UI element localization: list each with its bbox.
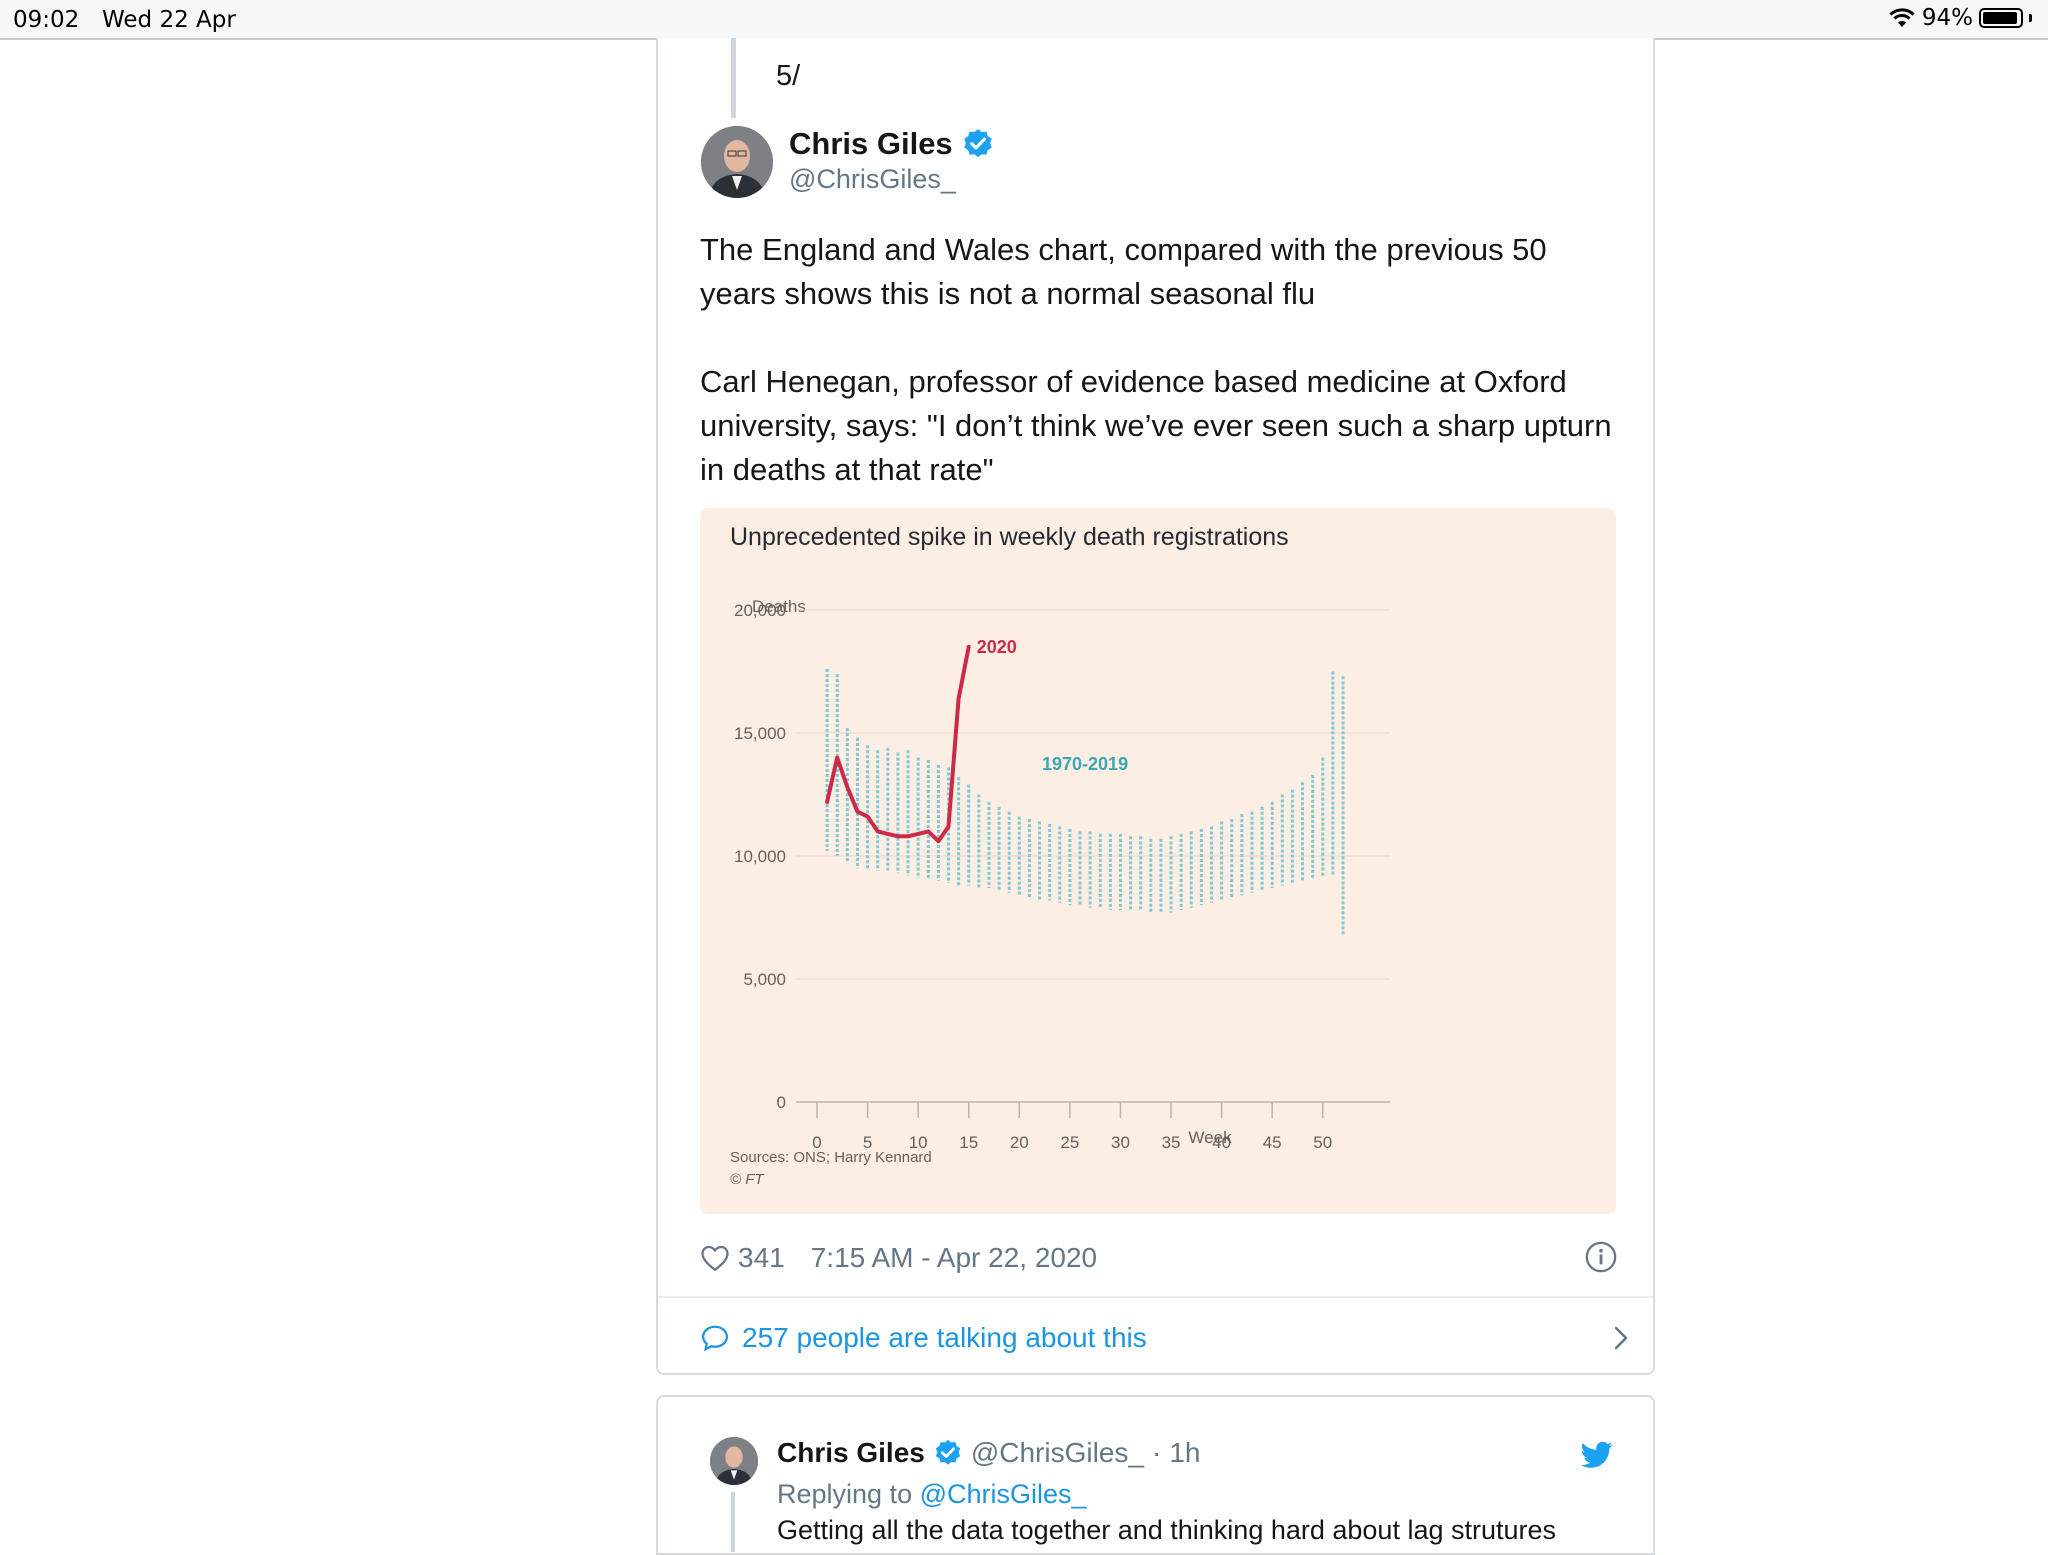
y-tick-label: 15,000 bbox=[734, 724, 786, 743]
x-tick-label: 0 bbox=[812, 1133, 821, 1152]
chart-title: Unprecedented spike in weekly death regi… bbox=[730, 523, 1289, 551]
replying-to-handle[interactable]: @ChrisGiles_ bbox=[920, 1479, 1087, 1509]
clock: 09:02 bbox=[13, 7, 79, 33]
tweet-card[interactable]: 5/ Chris Giles @ChrisGiles_ The England … bbox=[656, 38, 1655, 1375]
x-tick-label: 30 bbox=[1111, 1133, 1130, 1152]
series-label-2020: 2020 bbox=[977, 637, 1017, 657]
info-icon[interactable] bbox=[1584, 1240, 1618, 1274]
x-tick-label: 25 bbox=[1060, 1133, 1079, 1152]
avatar[interactable] bbox=[701, 126, 773, 198]
death-registrations-chart: Unprecedented spike in weekly death regi… bbox=[700, 508, 1616, 1214]
reply-time[interactable]: 1h bbox=[1169, 1437, 1200, 1469]
tweet-text: The England and Wales chart, compared wi… bbox=[700, 228, 1630, 536]
tweet-timestamp[interactable]: 7:15 AM - Apr 22, 2020 bbox=[811, 1242, 1097, 1274]
heart-icon[interactable] bbox=[700, 1244, 730, 1272]
chevron-right-icon[interactable] bbox=[1611, 1323, 1631, 1353]
chart-source: Sources: ONS; Harry Kennard bbox=[730, 1149, 932, 1166]
chart-image[interactable]: Unprecedented spike in weekly death regi… bbox=[700, 508, 1616, 1214]
author-name-text[interactable]: Chris Giles bbox=[789, 126, 953, 162]
status-indicators: 94% bbox=[1888, 5, 2032, 31]
replying-to-label: Replying to bbox=[777, 1479, 920, 1509]
tweet-paragraph: The England and Wales chart, compared wi… bbox=[700, 228, 1630, 316]
y-tick-label: 0 bbox=[777, 1093, 786, 1112]
status-bar: 09:02 Wed 22 Apr 94% bbox=[0, 0, 2048, 40]
tweet-meta: 341 7:15 AM - Apr 22, 2020 bbox=[700, 1238, 1620, 1278]
x-tick-label: 10 bbox=[909, 1133, 928, 1152]
x-tick-label: 45 bbox=[1263, 1133, 1282, 1152]
reply-tweet-card[interactable]: Chris Giles @ChrisGiles_ · 1h Replying t… bbox=[656, 1395, 1655, 1555]
reply-thread-line bbox=[731, 1492, 735, 1552]
y-tick-label: 5,000 bbox=[743, 970, 786, 989]
divider bbox=[658, 1296, 1653, 1298]
x-tick-label: 20 bbox=[1010, 1133, 1029, 1152]
thread-line bbox=[731, 38, 736, 118]
reply-author-name[interactable]: Chris Giles bbox=[777, 1437, 925, 1469]
x-tick-label: 40 bbox=[1212, 1133, 1231, 1152]
battery-tip bbox=[2029, 14, 2032, 22]
replying-to: Replying to @ChrisGiles_ bbox=[777, 1479, 1087, 1510]
verified-badge-icon bbox=[961, 127, 995, 161]
x-tick-label: 5 bbox=[863, 1133, 872, 1152]
author-name[interactable]: Chris Giles bbox=[789, 126, 995, 162]
y-tick-label: 10,000 bbox=[734, 847, 786, 866]
tweet-paragraph: Carl Henegan, professor of evidence base… bbox=[700, 360, 1630, 492]
speech-bubble-icon bbox=[700, 1323, 730, 1353]
reply-header: Chris Giles @ChrisGiles_ · 1h bbox=[777, 1437, 1200, 1469]
like-count: 341 bbox=[738, 1242, 785, 1274]
x-tick-label: 15 bbox=[959, 1133, 978, 1152]
x-tick-label: 50 bbox=[1313, 1133, 1332, 1152]
verified-badge-icon bbox=[933, 1438, 963, 1468]
x-tick-label: 35 bbox=[1162, 1133, 1181, 1152]
battery-level bbox=[1983, 12, 2017, 24]
like-button[interactable]: 341 bbox=[700, 1242, 785, 1274]
twitter-bird-icon[interactable] bbox=[1581, 1441, 1613, 1469]
reply-author-handle[interactable]: @ChrisGiles_ bbox=[971, 1437, 1144, 1469]
series-label-1970-2019: 1970-2019 bbox=[1042, 754, 1128, 774]
thread-number: 5/ bbox=[776, 60, 800, 93]
battery-icon bbox=[1979, 8, 2023, 28]
battery-percent: 94% bbox=[1922, 5, 1973, 31]
wifi-icon bbox=[1888, 7, 1916, 29]
conversation-link[interactable]: 257 people are talking about this bbox=[700, 1313, 1620, 1363]
chart-credit: © FT bbox=[730, 1171, 765, 1188]
date: Wed 22 Apr bbox=[102, 7, 236, 33]
y-tick-label: 20,000 bbox=[734, 601, 786, 620]
separator-dot: · bbox=[1152, 1437, 1161, 1469]
reply-text: Getting all the data together and thinki… bbox=[777, 1515, 1556, 1546]
author-handle[interactable]: @ChrisGiles_ bbox=[789, 164, 956, 195]
conversation-count[interactable]: 257 people are talking about this bbox=[742, 1322, 1147, 1354]
reply-avatar[interactable] bbox=[710, 1437, 758, 1485]
